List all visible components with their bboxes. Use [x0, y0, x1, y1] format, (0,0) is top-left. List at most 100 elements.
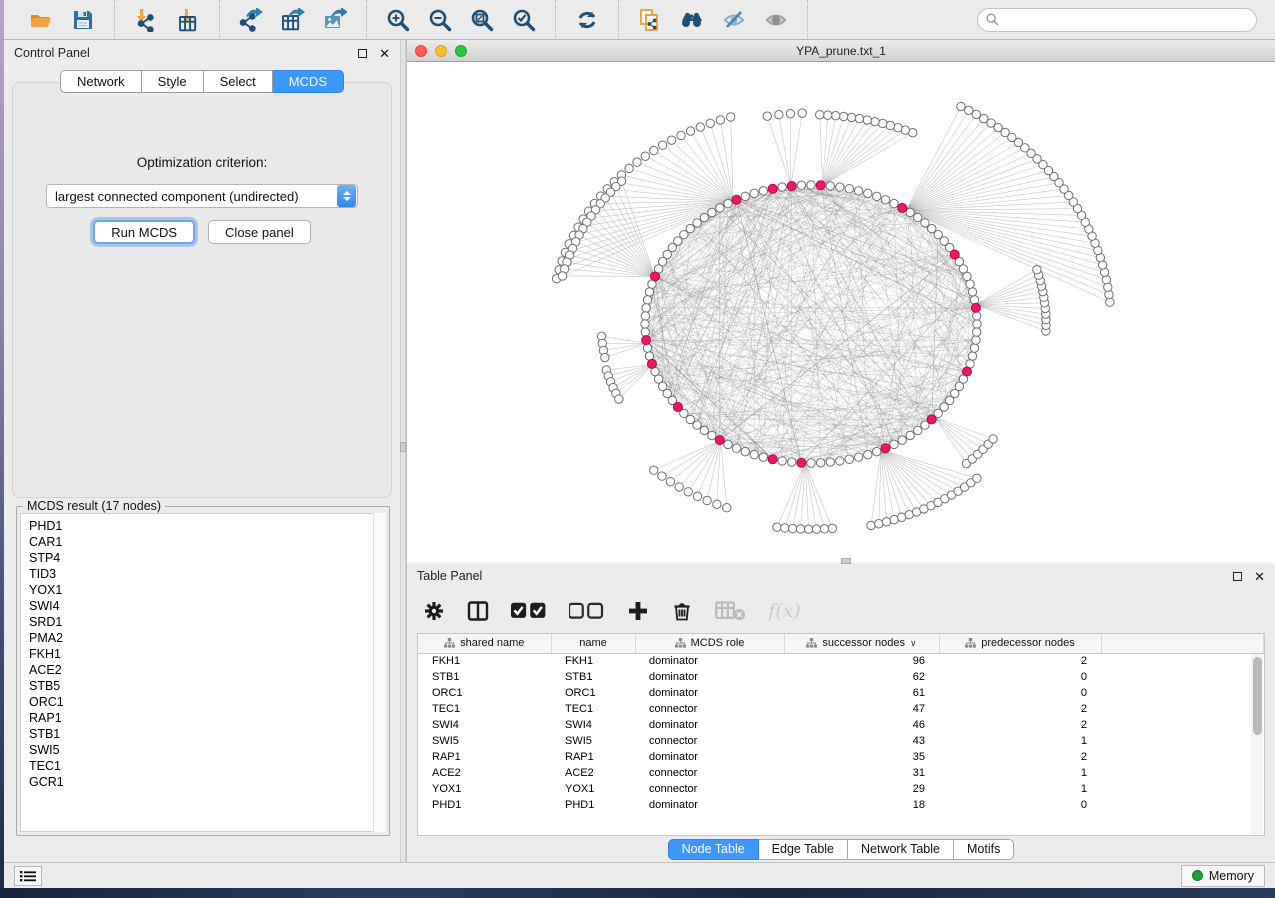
- network-node[interactable]: [906, 431, 914, 439]
- zoom-in-icon[interactable]: [381, 5, 415, 35]
- network-node[interactable]: [650, 466, 658, 474]
- search-input[interactable]: [1004, 13, 1248, 27]
- column-header-predecessor-nodes[interactable]: predecessor nodes: [939, 634, 1101, 653]
- criterion-dropdown[interactable]: largest connected component (undirected): [46, 184, 358, 208]
- mcds-result-list[interactable]: PHD1CAR1STP4TID3YOX1SWI4SRD1PMA2FKH1ACE2…: [20, 513, 386, 832]
- network-node[interactable]: [826, 182, 834, 190]
- network-node[interactable]: [775, 111, 783, 119]
- mcds-result-node[interactable]: TEC1: [29, 758, 385, 774]
- table-row[interactable]: ORC1ORC1dominator610: [418, 685, 1264, 701]
- mcds-result-node[interactable]: STP4: [29, 550, 385, 566]
- network-node[interactable]: [741, 447, 749, 455]
- network-node[interactable]: [1104, 283, 1112, 291]
- table-scrollbar-thumb[interactable]: [1253, 657, 1262, 735]
- network-node[interactable]: [750, 189, 758, 197]
- network-graph[interactable]: [407, 62, 1275, 563]
- network-node[interactable]: [864, 450, 872, 458]
- network-node[interactable]: [686, 127, 694, 135]
- network-node[interactable]: [708, 208, 716, 216]
- table-row[interactable]: FKH1FKH1dominator962: [418, 653, 1264, 669]
- network-node[interactable]: [625, 164, 633, 172]
- network-node[interactable]: [873, 447, 881, 455]
- network-node[interactable]: [750, 450, 758, 458]
- network-node[interactable]: [700, 213, 708, 221]
- mcds-node[interactable]: [971, 303, 980, 312]
- network-node[interactable]: [788, 524, 796, 532]
- table-scrollbar[interactable]: [1251, 654, 1263, 834]
- network-node[interactable]: [973, 328, 981, 336]
- column-header-successor-nodes[interactable]: successor nodes∨: [784, 634, 939, 653]
- panel-menu-button[interactable]: [14, 866, 42, 886]
- network-node[interactable]: [786, 109, 794, 117]
- table-row[interactable]: ACE2ACE2connector311: [418, 765, 1264, 781]
- mcds-node[interactable]: [898, 203, 907, 212]
- table-row[interactable]: STB1STB1dominator620: [418, 669, 1264, 685]
- mcds-node[interactable]: [881, 444, 890, 453]
- mcds-result-node[interactable]: SRD1: [29, 614, 385, 630]
- network-node[interactable]: [972, 336, 980, 344]
- mcds-result-node[interactable]: STB1: [29, 726, 385, 742]
- tab-mcds[interactable]: MCDS: [273, 70, 344, 93]
- network-node[interactable]: [716, 204, 724, 212]
- network-node[interactable]: [713, 500, 721, 508]
- network-node[interactable]: [836, 457, 844, 465]
- network-node[interactable]: [796, 525, 804, 533]
- network-node[interactable]: [700, 426, 708, 434]
- network-node[interactable]: [845, 455, 853, 463]
- network-node[interactable]: [898, 436, 906, 444]
- close-panel-icon[interactable]: ✕: [1254, 570, 1265, 583]
- hide-selected-icon[interactable]: [717, 5, 751, 35]
- network-node[interactable]: [601, 353, 609, 361]
- network-node[interactable]: [968, 352, 976, 360]
- network-node[interactable]: [615, 395, 623, 403]
- mcds-node[interactable]: [797, 458, 806, 467]
- network-node[interactable]: [724, 199, 732, 207]
- network-node[interactable]: [973, 320, 981, 328]
- select-all-checkbox-icon[interactable]: [511, 596, 547, 626]
- network-node[interactable]: [641, 152, 649, 160]
- mcds-node[interactable]: [642, 336, 651, 345]
- network-node[interactable]: [816, 111, 824, 119]
- table-row[interactable]: PHD1PHD1dominator180: [418, 797, 1264, 813]
- table-row[interactable]: SWI5SWI5connector431: [418, 733, 1264, 749]
- network-node[interactable]: [781, 524, 789, 532]
- network-node[interactable]: [696, 123, 704, 131]
- tab-network-table[interactable]: Network Table: [848, 839, 954, 860]
- mcds-result-node[interactable]: PMA2: [29, 630, 385, 646]
- mcds-result-node[interactable]: TID3: [29, 566, 385, 582]
- mcds-node[interactable]: [950, 250, 959, 259]
- network-node[interactable]: [641, 328, 649, 336]
- network-node[interactable]: [643, 344, 651, 352]
- divider-grip-icon[interactable]: [841, 558, 851, 564]
- network-node[interactable]: [921, 219, 929, 227]
- network-node[interactable]: [778, 183, 786, 191]
- network-node[interactable]: [645, 288, 653, 296]
- network-node[interactable]: [706, 119, 714, 127]
- network-node[interactable]: [970, 296, 978, 304]
- network-node[interactable]: [989, 435, 997, 443]
- mcds-node[interactable]: [732, 195, 741, 204]
- network-node[interactable]: [778, 457, 786, 465]
- divider-grip-icon[interactable]: [400, 442, 406, 452]
- mcds-node[interactable]: [927, 415, 936, 424]
- mcds-result-node[interactable]: YOX1: [29, 582, 385, 598]
- network-node[interactable]: [667, 136, 675, 144]
- export-network-icon[interactable]: [234, 5, 268, 35]
- mcds-result-node[interactable]: SWI4: [29, 598, 385, 614]
- mcds-result-node[interactable]: ORC1: [29, 694, 385, 710]
- network-node[interactable]: [812, 525, 820, 533]
- network-node[interactable]: [773, 523, 781, 531]
- show-all-icon[interactable]: [759, 5, 793, 35]
- mcds-node[interactable]: [768, 455, 777, 464]
- mcds-result-scrollbar[interactable]: [373, 513, 386, 832]
- network-node[interactable]: [726, 113, 734, 121]
- mcds-node[interactable]: [962, 367, 971, 376]
- network-node[interactable]: [879, 119, 887, 127]
- network-node[interactable]: [816, 459, 824, 467]
- tab-select[interactable]: Select: [204, 70, 273, 93]
- network-node[interactable]: [684, 488, 692, 496]
- network-node[interactable]: [957, 102, 965, 110]
- network-node[interactable]: [855, 114, 863, 122]
- mcds-result-node[interactable]: PHD1: [29, 518, 385, 534]
- network-node[interactable]: [763, 112, 771, 120]
